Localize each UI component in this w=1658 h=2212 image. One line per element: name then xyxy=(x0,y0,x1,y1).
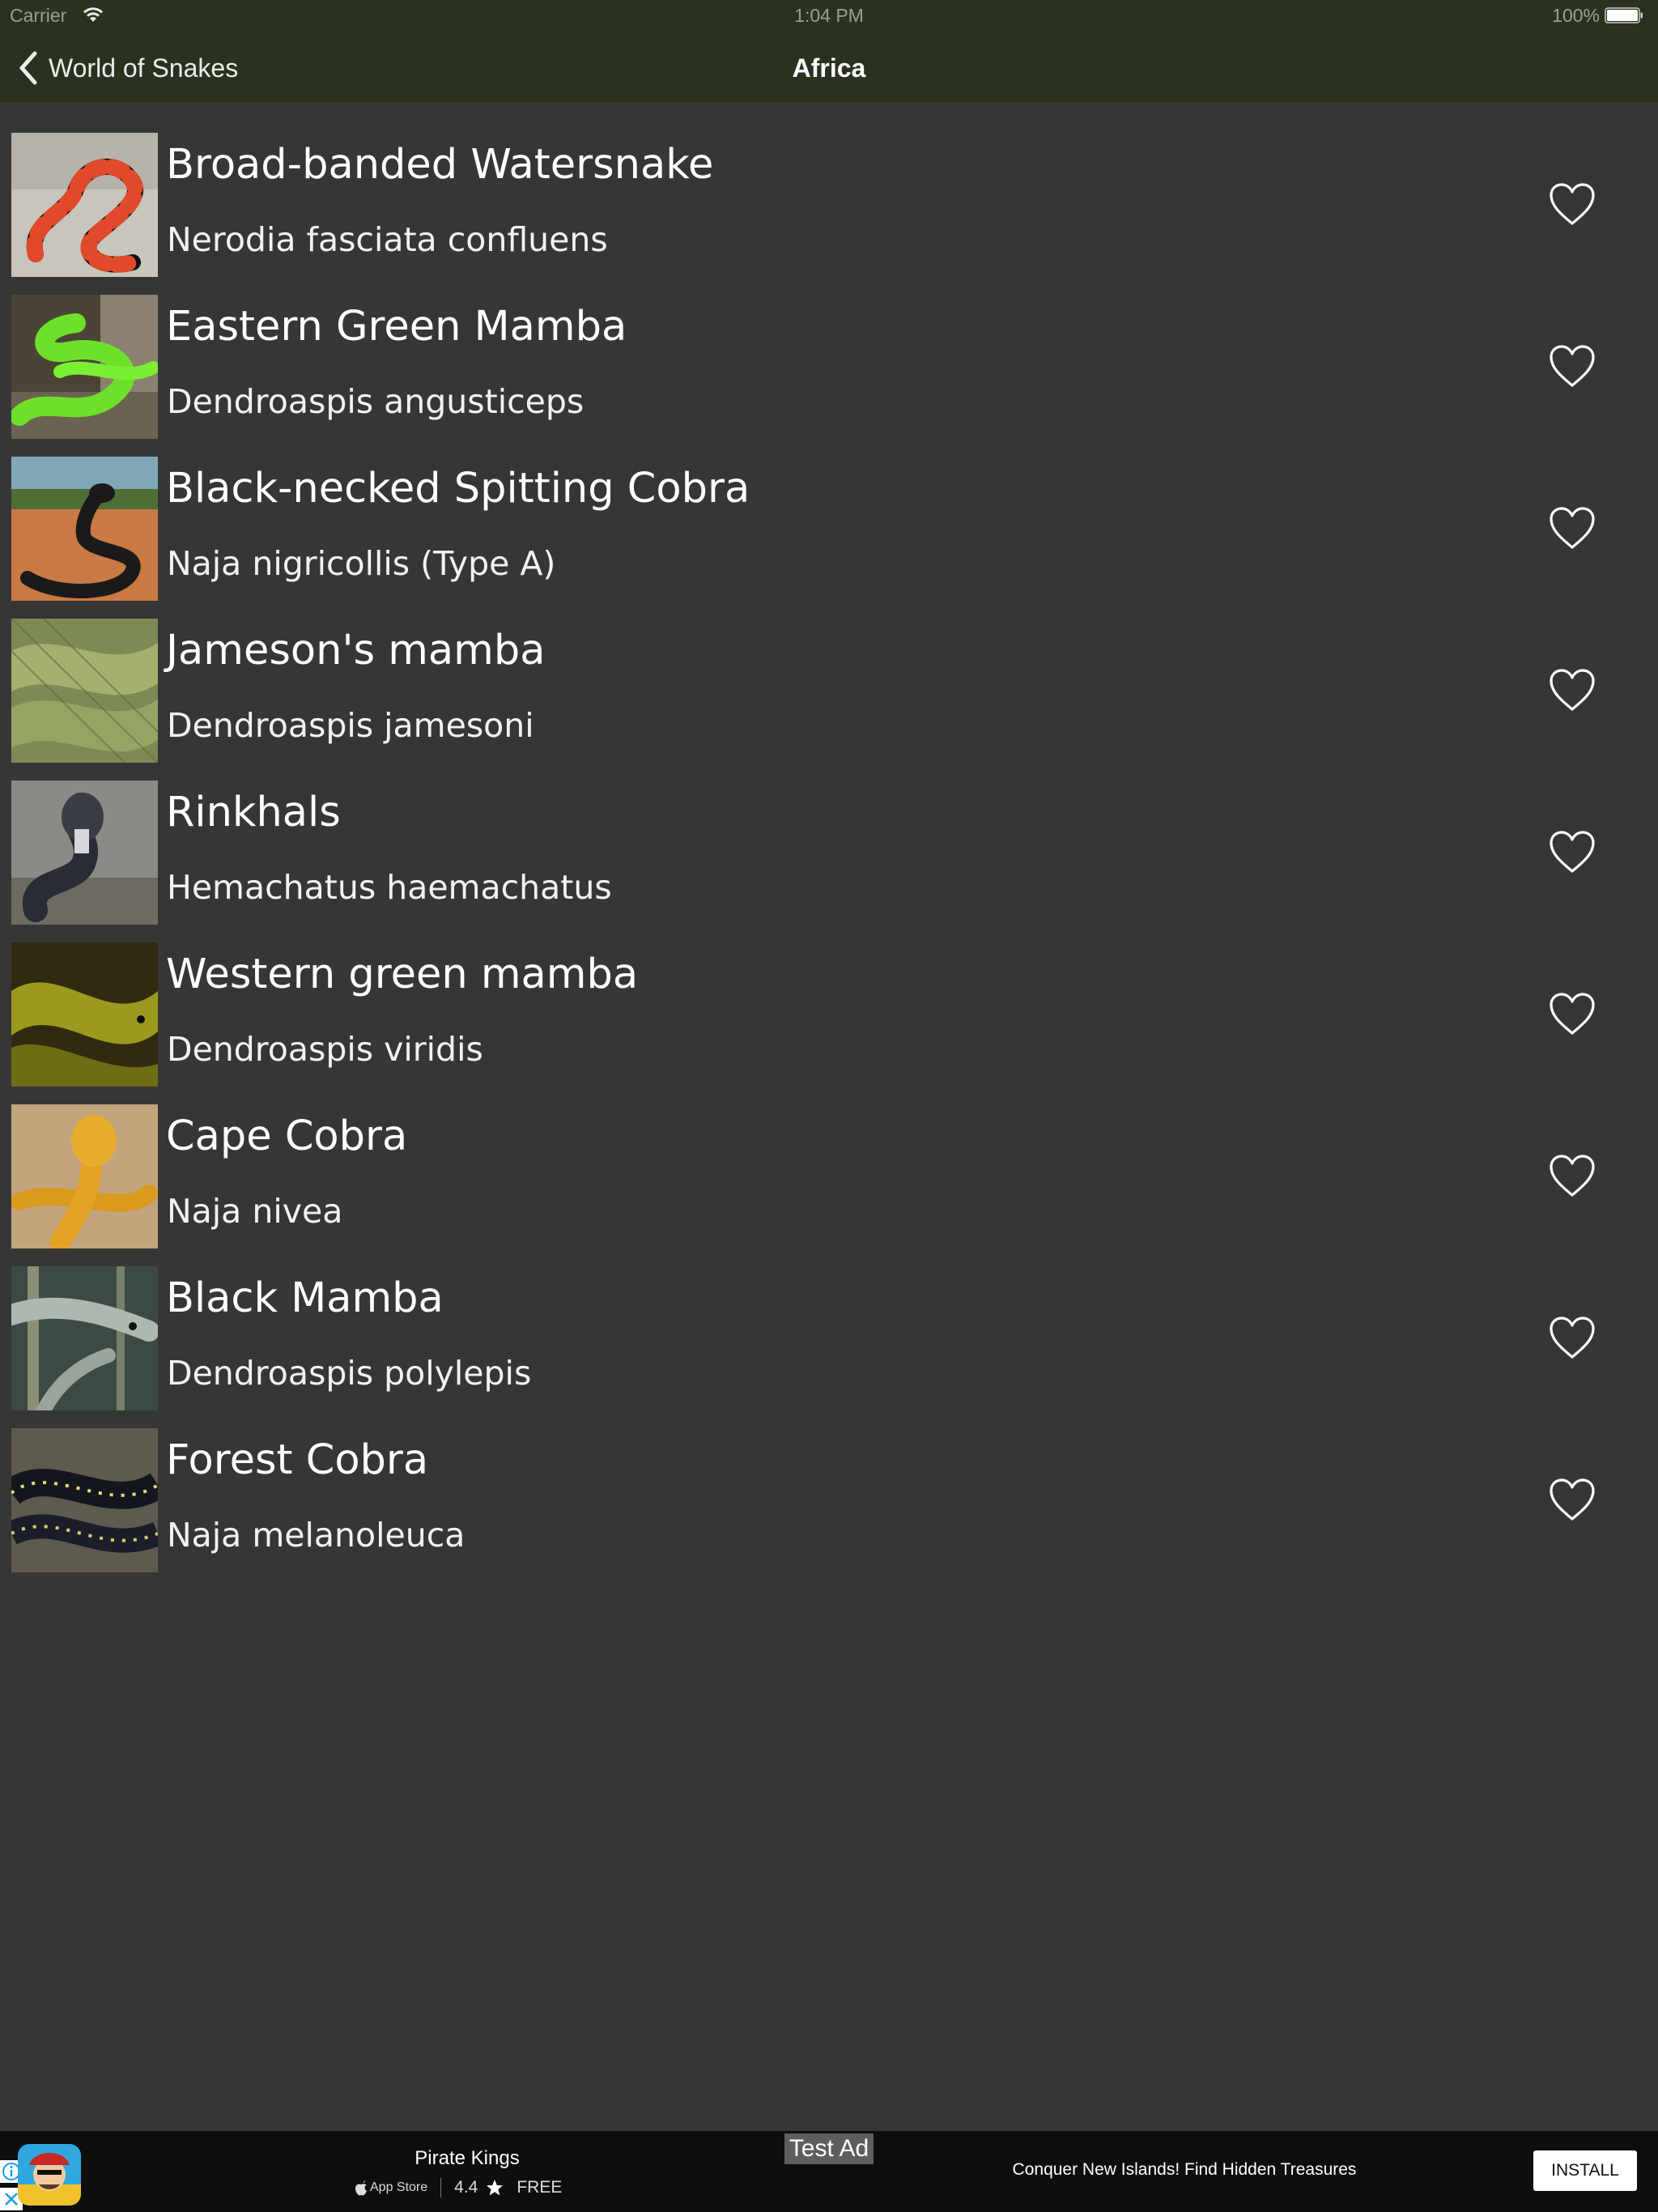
snake-common-name: Cape Cobra xyxy=(166,1112,408,1160)
ad-banner[interactable]: Pirate Kings App Store 4.4 FREE Test Ad … xyxy=(0,2131,1658,2212)
ad-meta: App Store 4.4 FREE xyxy=(355,2178,562,2197)
list-item[interactable]: Forest Cobra Naja melanoleuca xyxy=(0,1427,1658,1589)
list-item[interactable]: Black Mamba Dendroaspis polylepis xyxy=(0,1265,1658,1427)
battery-icon xyxy=(1605,7,1643,23)
heart-icon xyxy=(1550,183,1595,225)
snake-thumbnail xyxy=(11,619,158,763)
snake-scientific-name: Naja melanoleuca xyxy=(167,1516,466,1555)
favorite-button[interactable] xyxy=(1548,1477,1596,1522)
navigation-bar: World of Snakes Africa xyxy=(0,32,1658,102)
list-item[interactable]: Eastern Green Mamba Dendroaspis angustic… xyxy=(0,293,1658,455)
apple-icon xyxy=(355,2180,367,2195)
snake-common-name: Eastern Green Mamba xyxy=(166,303,627,351)
snake-thumbnail xyxy=(11,295,158,439)
heart-icon xyxy=(1550,831,1595,873)
status-bar: Carrier 1:04 PM 100% xyxy=(0,0,1658,32)
heart-icon xyxy=(1550,1478,1595,1521)
test-ad-label: Test Ad xyxy=(784,2133,874,2164)
snake-scientific-name: Hemachatus haemachatus xyxy=(167,868,612,907)
ad-price: FREE xyxy=(517,2178,563,2197)
ad-tagline: Conquer New Islands! Find Hidden Treasur… xyxy=(1012,2160,1357,2179)
snake-scientific-name: Dendroaspis polylepis xyxy=(167,1354,532,1393)
snake-common-name: Black Mamba xyxy=(166,1274,444,1322)
snake-scientific-name: Nerodia fasciata confluens xyxy=(167,220,608,259)
snake-common-name: Rinkhals xyxy=(166,789,341,836)
snake-common-name: Forest Cobra xyxy=(166,1436,429,1484)
snake-common-name: Black-necked Spitting Cobra xyxy=(166,465,750,513)
app-screen: Carrier 1:04 PM 100% World of Snakes Afr… xyxy=(0,0,1658,2212)
heart-icon xyxy=(1550,1317,1595,1359)
heart-icon xyxy=(1550,993,1595,1035)
snake-thumbnail xyxy=(11,133,158,277)
heart-icon xyxy=(1550,345,1595,387)
snake-scientific-name: Naja nivea xyxy=(167,1192,343,1231)
list-item[interactable]: Cape Cobra Naja nivea xyxy=(0,1103,1658,1265)
snake-scientific-name: Naja nigricollis (Type A) xyxy=(167,544,556,583)
snake-thumbnail xyxy=(11,1266,158,1410)
snake-thumbnail xyxy=(11,1104,158,1249)
snake-list: Broad-banded Watersnake Nerodia fasciata… xyxy=(0,131,1658,1589)
heart-icon xyxy=(1550,1155,1595,1197)
favorite-button[interactable] xyxy=(1548,181,1596,227)
star-icon xyxy=(487,2180,504,2196)
status-time: 1:04 PM xyxy=(794,5,864,26)
ad-app-icon[interactable] xyxy=(18,2144,81,2206)
list-item[interactable]: Western green mamba Dendroaspis viridis xyxy=(0,941,1658,1103)
favorite-button[interactable] xyxy=(1548,343,1596,389)
top-bar: Carrier 1:04 PM 100% World of Snakes Afr… xyxy=(0,0,1658,102)
heart-icon xyxy=(1550,507,1595,549)
ad-store-label: App Store xyxy=(370,2180,428,2194)
favorite-button[interactable] xyxy=(1548,991,1596,1036)
page-title: Africa xyxy=(792,53,866,83)
snake-scientific-name: Dendroaspis viridis xyxy=(167,1030,483,1069)
install-button[interactable]: INSTALL xyxy=(1533,2150,1637,2191)
snake-scientific-name: Dendroaspis jamesoni xyxy=(167,706,534,745)
snake-scientific-name: Dendroaspis angusticeps xyxy=(167,382,585,421)
battery-percent: 100% xyxy=(1552,5,1600,26)
ad-separator xyxy=(440,2178,442,2197)
ad-app-name: Pirate Kings xyxy=(414,2147,520,2169)
heart-icon xyxy=(1550,669,1595,711)
list-item[interactable]: Jameson's mamba Dendroaspis jamesoni xyxy=(0,617,1658,779)
list-item[interactable]: Rinkhals Hemachatus haemachatus xyxy=(0,779,1658,941)
snake-common-name: Jameson's mamba xyxy=(166,627,546,674)
favorite-button[interactable] xyxy=(1548,829,1596,874)
list-item[interactable]: Broad-banded Watersnake Nerodia fasciata… xyxy=(0,131,1658,293)
snake-thumbnail xyxy=(11,942,158,1087)
snake-thumbnail xyxy=(11,781,158,925)
favorite-button[interactable] xyxy=(1548,1315,1596,1360)
favorite-button[interactable] xyxy=(1548,1153,1596,1198)
ad-rating: 4.4 xyxy=(454,2178,478,2197)
snake-common-name: Broad-banded Watersnake xyxy=(166,141,714,189)
snake-thumbnail xyxy=(11,457,158,601)
snake-common-name: Western green mamba xyxy=(166,951,639,998)
favorite-button[interactable] xyxy=(1548,667,1596,713)
list-item[interactable]: Black-necked Spitting Cobra Naja nigrico… xyxy=(0,455,1658,617)
favorite-button[interactable] xyxy=(1548,505,1596,551)
snake-thumbnail xyxy=(11,1428,158,1572)
